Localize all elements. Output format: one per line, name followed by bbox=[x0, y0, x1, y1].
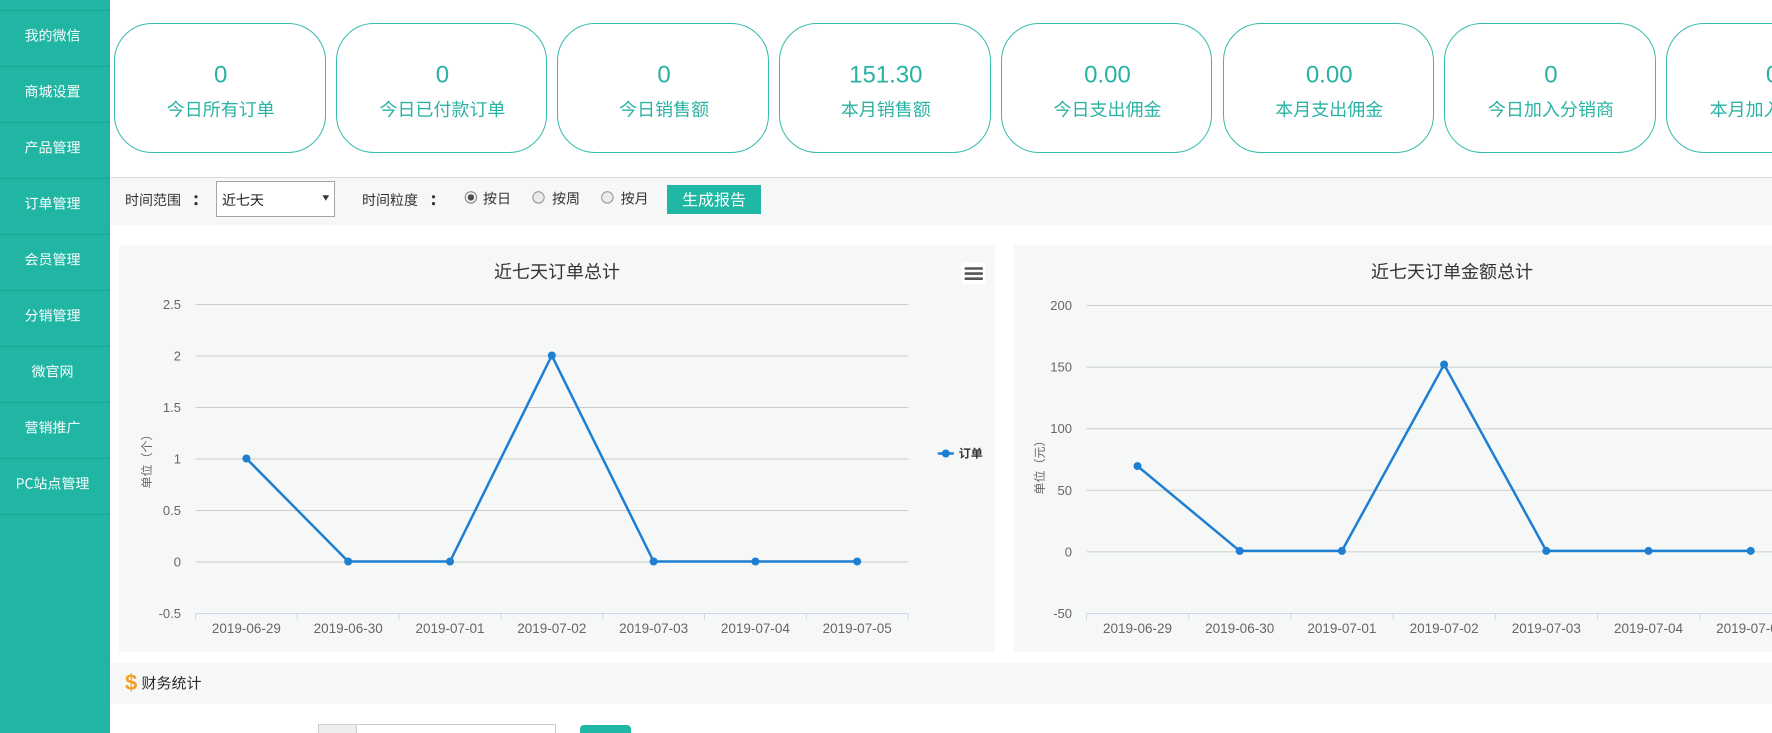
svg-text:2019-07-03: 2019-07-03 bbox=[1512, 621, 1581, 636]
svg-text:2.5: 2.5 bbox=[163, 297, 181, 312]
svg-text:0: 0 bbox=[214, 62, 227, 89]
svg-text:2019-07-02: 2019-07-02 bbox=[1410, 621, 1479, 636]
svg-text:2019-07-04: 2019-07-04 bbox=[721, 621, 791, 636]
svg-text:2019-07-05: 2019-07-05 bbox=[823, 621, 892, 636]
svg-text:151.30: 151.30 bbox=[849, 62, 922, 89]
svg-text:0: 0 bbox=[436, 62, 449, 89]
svg-text:2019-07-04: 2019-07-04 bbox=[1614, 621, 1684, 636]
svg-text:50: 50 bbox=[1058, 483, 1072, 498]
svg-text:2: 2 bbox=[174, 349, 181, 364]
svg-text:$: $ bbox=[125, 670, 137, 695]
svg-text:2019-06-29: 2019-06-29 bbox=[1103, 621, 1172, 636]
svg-text:-0.5: -0.5 bbox=[159, 606, 181, 621]
svg-text:2019-07-03: 2019-07-03 bbox=[619, 621, 688, 636]
svg-text:2019-06-29: 2019-06-29 bbox=[212, 621, 281, 636]
svg-text:0: 0 bbox=[657, 62, 670, 89]
svg-text:0: 0 bbox=[1065, 544, 1072, 559]
svg-text:0: 0 bbox=[1766, 62, 1772, 89]
svg-text:0: 0 bbox=[174, 555, 181, 570]
svg-text:200: 200 bbox=[1050, 298, 1072, 313]
svg-text:2019-07-01: 2019-07-01 bbox=[1307, 621, 1376, 636]
svg-text:100: 100 bbox=[1050, 421, 1072, 436]
svg-text:2019-06-30: 2019-06-30 bbox=[1205, 621, 1274, 636]
svg-text:0: 0 bbox=[1544, 62, 1557, 89]
svg-text:1: 1 bbox=[174, 452, 181, 467]
svg-text:1.5: 1.5 bbox=[163, 400, 181, 415]
svg-text:0.00: 0.00 bbox=[1306, 62, 1353, 89]
svg-text:2019-06-30: 2019-06-30 bbox=[314, 621, 383, 636]
svg-text:2019-07-05: 2019-07-05 bbox=[1716, 621, 1772, 636]
svg-text:0.5: 0.5 bbox=[163, 503, 181, 518]
svg-text:0.00: 0.00 bbox=[1084, 62, 1131, 89]
svg-text:2019-07-02: 2019-07-02 bbox=[517, 621, 586, 636]
svg-text:2019-07-01: 2019-07-01 bbox=[415, 621, 484, 636]
svg-text:150: 150 bbox=[1050, 360, 1072, 375]
svg-text:-50: -50 bbox=[1053, 606, 1072, 621]
